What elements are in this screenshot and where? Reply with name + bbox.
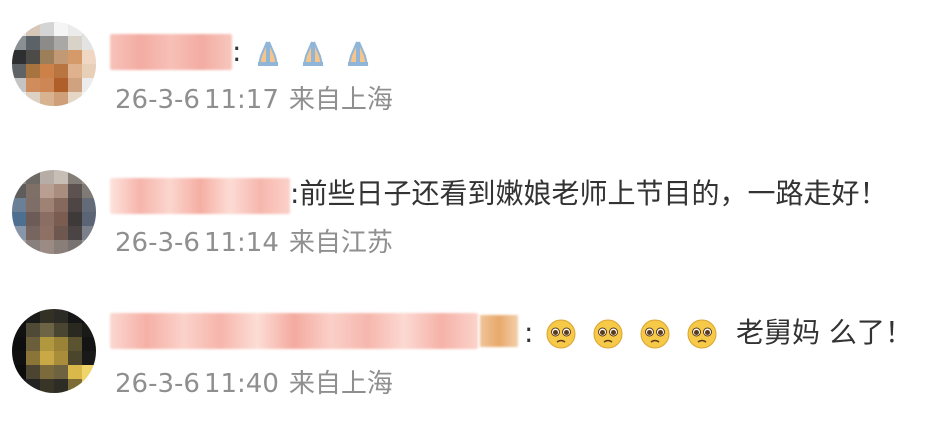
comment-text: 老舅妈 么了！ (735, 316, 913, 349)
avatar[interactable] (12, 22, 96, 106)
comment-meta: 26-3-6 11:40 来自上海 (115, 369, 393, 399)
comment-location: 来自江苏 (288, 228, 393, 258)
comment-item: : 26-3-6 11:17 来自上海 (0, 0, 941, 120)
comment-text: 前些日子还看到嫩娘老师上节目的，一路走好！ (299, 177, 888, 210)
comment-meta: 26-3-6 11:14 来自江苏 (115, 228, 393, 258)
avatar[interactable] (12, 170, 96, 254)
comment-item: : 老舅妈 么了！ 26-3-6 11:40 来自上海 (0, 295, 941, 415)
comment-date: 26-3-6 (115, 85, 200, 115)
comment-date: 26-3-6 (115, 228, 200, 258)
separator: : (232, 35, 242, 68)
comment-time: 11:40 (203, 369, 279, 399)
folded-hands-icon (347, 41, 369, 66)
username-redacted[interactable] (110, 313, 478, 349)
pleading-face-icon (640, 319, 670, 349)
comment-location: 来自上海 (288, 369, 393, 399)
pleading-face-icon (687, 319, 717, 349)
pleading-face-icon (546, 319, 576, 349)
separator: : (524, 316, 534, 349)
avatar[interactable] (12, 309, 96, 393)
comment-meta: 26-3-6 11:17 来自上海 (115, 85, 393, 115)
comment-body: : (524, 316, 913, 350)
comment-date: 26-3-6 (115, 369, 200, 399)
comment-body: : (232, 35, 376, 69)
comment-location: 来自上海 (288, 85, 393, 115)
username-redacted[interactable] (110, 34, 232, 70)
comment-item: :前些日子还看到嫩娘老师上节目的，一路走好！ 26-3-6 11:14 来自江苏 (0, 150, 941, 270)
pleading-face-icon (593, 319, 623, 349)
comment-time: 11:17 (203, 85, 279, 115)
comment-body: :前些日子还看到嫩娘老师上节目的，一路走好！ (290, 177, 887, 211)
username-badge (480, 315, 518, 347)
comment-time: 11:14 (203, 228, 279, 258)
username-redacted[interactable] (110, 178, 290, 214)
folded-hands-icon (303, 41, 324, 66)
folded-hands-icon (258, 41, 279, 66)
